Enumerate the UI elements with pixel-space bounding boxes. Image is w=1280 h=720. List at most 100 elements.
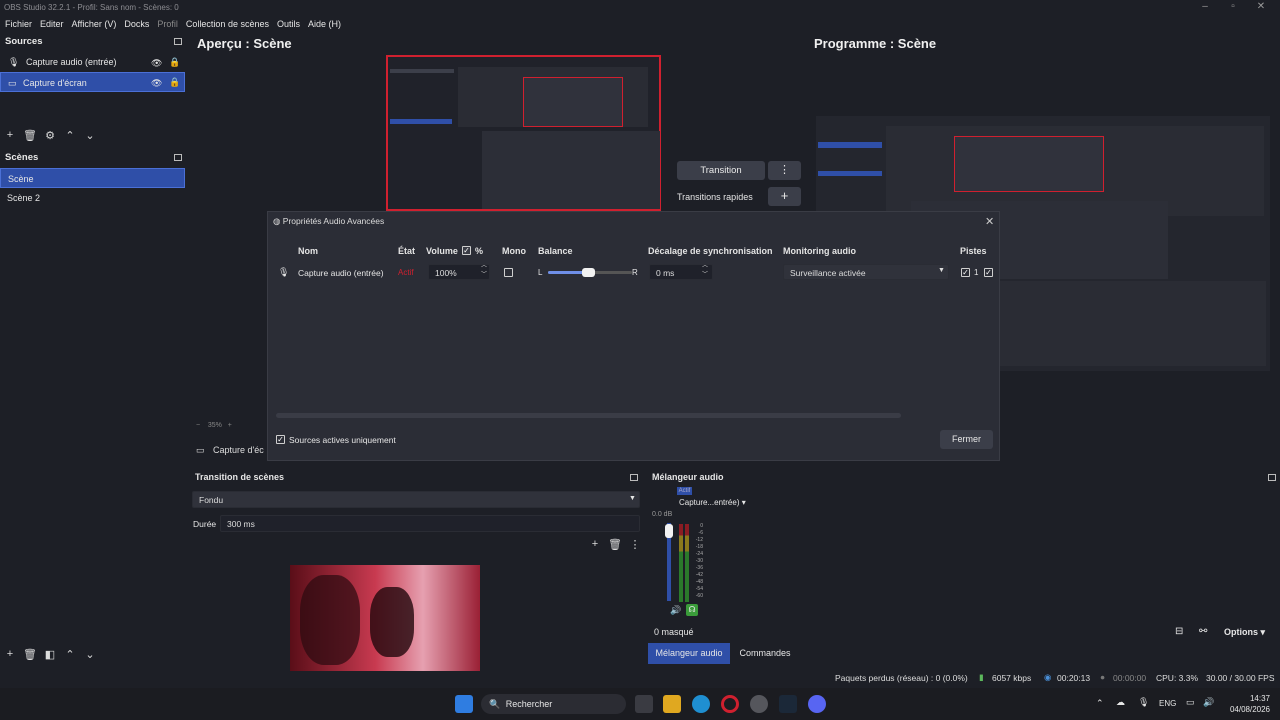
record-time: 00:00:00 — [1113, 673, 1147, 683]
lock-icon[interactable]: 🔒 — [169, 57, 180, 68]
header-monitoring: Monitoring audio — [783, 246, 856, 256]
windows-start-icon[interactable] — [455, 695, 473, 713]
balance-slider[interactable] — [548, 268, 632, 277]
trash-icon[interactable]: 🗑 — [605, 538, 625, 551]
signal-icon: ▮ — [979, 672, 984, 682]
menu-edit[interactable]: Editer — [40, 19, 64, 29]
network-icon[interactable]: ▭ — [1186, 697, 1195, 708]
chevron-down-icon[interactable]: ▼ — [629, 495, 636, 502]
header-balance: Balance — [538, 246, 573, 256]
more-icon[interactable]: ⋮ — [768, 161, 801, 180]
menu-profile[interactable]: Profil — [157, 19, 178, 29]
headphones-icon[interactable]: ☊ — [686, 604, 698, 616]
arrow-up-icon[interactable]: ⌃ — [60, 129, 80, 142]
close-icon[interactable]: ✕ — [985, 215, 994, 228]
balance-handle[interactable] — [582, 268, 595, 277]
channel-db: 0.0 dB — [652, 511, 673, 518]
volume-icon[interactable]: 🔊 — [1203, 697, 1214, 708]
sync-stepper-icon[interactable]: ︿ ﹀ — [702, 262, 708, 280]
microphone-icon: 🎙 — [278, 267, 290, 277]
tray-mic-icon[interactable]: 🎙 — [1138, 697, 1149, 708]
track2-checkbox[interactable]: ✓ — [984, 268, 993, 277]
undock-icon[interactable] — [1268, 474, 1276, 481]
tray-chevron-icon[interactable]: ⌃ — [1096, 698, 1104, 709]
chevron-down-icon[interactable]: ▼ — [938, 267, 945, 274]
tray-app-icon[interactable]: ☁ — [1116, 697, 1125, 708]
header-tracks: Pistes — [960, 246, 987, 256]
monitoring-select[interactable]: Surveillance activée — [783, 264, 949, 280]
mixer-title: Mélangeur audio — [652, 472, 724, 482]
undock-icon[interactable] — [630, 474, 638, 481]
undock-icon[interactable] — [174, 38, 182, 45]
preview-canvas[interactable] — [386, 55, 661, 211]
tab-commands[interactable]: Commandes — [733, 643, 797, 664]
add-quick-transition-button[interactable]: + — [768, 187, 801, 206]
scene-item[interactable]: Scène 2 — [0, 188, 185, 208]
filter-icon[interactable]: ◧ — [40, 648, 60, 661]
menu-help[interactable]: Aide (H) — [308, 19, 341, 29]
edge-icon[interactable] — [692, 695, 710, 713]
scene-transitions-dock: Transition de scènes Fondu ▼ Durée 300 m… — [190, 468, 645, 671]
arrow-down-icon[interactable]: ⌄ — [80, 648, 100, 661]
header-volume: Volume — [426, 246, 458, 256]
header-name: Nom — [298, 246, 318, 256]
channel-name[interactable]: Capture...entrée) ▾ — [679, 498, 746, 507]
task-view-icon[interactable] — [635, 695, 653, 713]
clock[interactable]: 14:37 04/08/2026 — [1222, 693, 1270, 715]
taskbar-search[interactable]: 🔍 Rechercher — [481, 694, 626, 714]
scenes-toolbar: + 🗑 ◧ ⌃ ⌄ — [0, 645, 110, 663]
close-window-icon[interactable]: ✕ — [1246, 0, 1276, 16]
gear-icon[interactable]: ⚙ — [40, 129, 60, 142]
discord-icon[interactable] — [808, 695, 826, 713]
close-button[interactable]: Fermer — [940, 430, 993, 449]
dropped-frames: Paquets perdus (réseau) : 0 (0.0%) — [835, 673, 968, 683]
undock-icon[interactable] — [174, 154, 182, 161]
add-icon[interactable]: + — [0, 648, 20, 660]
header-sync: Décalage de synchronisation — [648, 246, 773, 256]
transition-button[interactable]: Transition — [677, 161, 765, 180]
active-only-checkbox[interactable]: ✓ — [276, 435, 285, 444]
arrow-up-icon[interactable]: ⌃ — [60, 648, 80, 661]
audio-mixer-dock: Mélangeur audio Actif Capture...entrée) … — [648, 468, 1280, 666]
add-icon[interactable]: + — [0, 129, 20, 141]
eye-icon[interactable]: 👁 — [151, 58, 162, 69]
opera-icon[interactable] — [721, 695, 739, 713]
record-icon: ● — [1100, 672, 1106, 682]
eye-icon[interactable]: 👁 — [151, 78, 162, 89]
minimize-icon[interactable]: – — [1190, 0, 1220, 16]
menu-view[interactable]: Afficher (V) — [72, 19, 117, 29]
scene-item[interactable]: Scène — [0, 168, 185, 188]
steam-icon[interactable] — [779, 695, 797, 713]
volume-fader-handle[interactable] — [665, 524, 673, 538]
track1-checkbox[interactable]: ✓ — [961, 268, 970, 277]
menu-docks[interactable]: Docks — [124, 19, 149, 29]
mono-checkbox[interactable] — [504, 268, 513, 277]
more-icon[interactable]: ⋮ — [625, 538, 645, 551]
language-indicator[interactable]: ENG — [1159, 699, 1176, 708]
scenes-title: Scènes — [5, 152, 39, 163]
transition-type-select[interactable]: Fondu — [192, 491, 640, 508]
menu-tools[interactable]: Outils — [277, 19, 300, 29]
horizontal-scrollbar[interactable] — [276, 413, 901, 418]
options-button[interactable]: Options ▾ — [1224, 627, 1265, 638]
scene-transitions-title: Transition de scènes — [195, 472, 285, 482]
row-state: Actif — [398, 268, 414, 277]
duration-spinbox[interactable]: 300 ms — [220, 515, 640, 532]
volume-stepper-icon[interactable]: ︿ ﹀ — [481, 262, 487, 280]
speaker-icon[interactable]: 🔊 — [670, 605, 681, 616]
trash-icon[interactable]: 🗑 — [20, 129, 40, 142]
lock-icon[interactable]: 🔒 — [169, 77, 180, 88]
menu-file[interactable]: Fichier — [5, 19, 32, 29]
menu-scene-collection[interactable]: Collection de scènes — [186, 19, 269, 29]
volume-percent-checkbox[interactable]: ✓ — [462, 246, 471, 255]
link-icon[interactable]: ⚯ — [1199, 626, 1207, 637]
sources-toolbar: + 🗑 ⚙ ⌃ ⌄ — [0, 126, 110, 144]
maximize-icon[interactable]: ▫ — [1218, 0, 1248, 16]
tab-audio-mixer[interactable]: Mélangeur audio — [648, 643, 730, 664]
file-explorer-icon[interactable] — [663, 695, 681, 713]
add-icon[interactable]: + — [585, 538, 605, 551]
arrow-down-icon[interactable]: ⌄ — [80, 129, 100, 142]
obs-icon[interactable] — [750, 695, 768, 713]
trash-icon[interactable]: 🗑 — [20, 648, 40, 661]
layout-icon[interactable]: ⊟ — [1175, 626, 1183, 637]
